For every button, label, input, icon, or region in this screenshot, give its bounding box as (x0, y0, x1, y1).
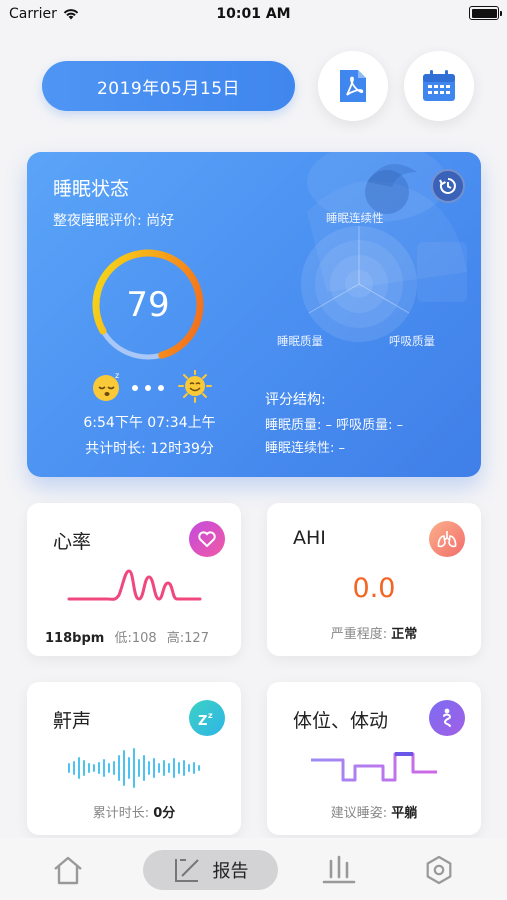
tab-home[interactable] (45, 850, 91, 890)
heart-rate-high: 高:127 (166, 631, 209, 646)
score-structure-line-1: 睡眠质量: – 呼吸质量: – (265, 418, 404, 433)
tab-bar: 报告 (0, 838, 507, 900)
svg-text:z: z (208, 711, 213, 720)
stats-icon (322, 855, 356, 884)
tab-report[interactable]: 报告 (143, 850, 278, 890)
heart-icon (198, 531, 216, 547)
snore-card[interactable]: 鼾声 Z z 累计时长: 0分 (27, 682, 241, 835)
lungs-icon (437, 531, 457, 548)
lungs-icon-badge (429, 521, 465, 557)
screen: Carrier 10:01 AM 2019年05月15日 睡眠状态 整夜睡眠评价… (0, 0, 507, 900)
sleep-duration: 共计时长: 12时39分 (85, 441, 214, 457)
sleep-score: 79 (126, 285, 170, 325)
ahi-severity-label: 严重程度: (330, 627, 388, 642)
ahi-card[interactable]: AHI 0.0 严重程度: 正常 (267, 503, 481, 656)
heart-rate-low: 低:108 (114, 631, 157, 646)
snore-duration-label: 累计时长: (92, 806, 150, 821)
sleep-status-card[interactable]: 睡眠状态 整夜睡眠评价: 尚好 79 z 6:54下午 07:34上午 共计时长… (27, 152, 481, 477)
posture-card[interactable]: 体位、体动 建议睡姿: 平躺 (267, 682, 481, 835)
snore-duration-value: 0分 (153, 806, 176, 821)
home-icon (54, 856, 82, 885)
ahi-value: 0.0 (352, 573, 396, 604)
snore-waveform (68, 748, 200, 788)
sleep-time-range: 6:54下午 07:34上午 (83, 415, 216, 431)
sleeping-face-icon: z (93, 371, 119, 401)
svg-text:Z: Z (198, 714, 207, 727)
radar-label-breathing-quality: 呼吸质量 (389, 334, 435, 348)
heart-rate-stats: 118bpm 低:108 高:127 (45, 627, 209, 646)
posture-suggestion: 建议睡姿: 平躺 (267, 802, 481, 821)
tab-settings[interactable] (416, 850, 462, 890)
calendar-icon (423, 70, 455, 101)
score-structure-title: 评分结构: (265, 392, 326, 408)
ahi-severity-value: 正常 (391, 627, 418, 642)
score-structure-line-2: 睡眠连续性: – (265, 441, 346, 456)
tab-report-label: 报告 (212, 861, 249, 882)
radar-label-sleep-quality: 睡眠质量 (277, 334, 323, 348)
sleep-evaluation: 整夜睡眠评价: 尚好 (53, 213, 175, 229)
battery-icon (469, 6, 502, 20)
posture-suggestion-value: 平躺 (391, 806, 418, 821)
pdf-icon (340, 70, 366, 102)
snore-title: 鼾声 (53, 710, 92, 732)
sleep-wake-indicator: z (93, 370, 212, 403)
report-icon (174, 859, 199, 882)
clock: 10:01 AM (216, 6, 291, 22)
settings-icon (426, 855, 452, 885)
ahi-title: AHI (293, 527, 326, 549)
sun-icon (178, 370, 212, 403)
date-label: 2019年05月15日 (96, 78, 241, 99)
heart-rate-bpm: 118bpm (45, 631, 105, 646)
zzz-icon-badge: Z z (189, 700, 225, 736)
snore-duration: 累计时长: 0分 (27, 802, 241, 821)
person-icon-badge (429, 700, 465, 736)
heart-rate-waveform (67, 569, 202, 601)
heart-icon-badge (189, 521, 225, 557)
posture-title: 体位、体动 (293, 710, 389, 732)
tab-stats[interactable] (316, 850, 362, 890)
heart-rate-card[interactable]: 心率 118bpm 低:108 高:127 (27, 503, 241, 656)
history-icon (439, 178, 456, 194)
posture-timeline (311, 752, 437, 782)
svg-text:z: z (115, 371, 119, 380)
ahi-severity: 严重程度: 正常 (267, 623, 481, 642)
sleep-status-title: 睡眠状态 (53, 178, 130, 200)
person-icon (443, 708, 452, 727)
posture-suggestion-label: 建议睡姿: (330, 806, 388, 821)
pdf-export-button[interactable] (318, 51, 388, 121)
history-button[interactable] (431, 169, 465, 203)
date-selector-button[interactable]: 2019年05月15日 (42, 61, 295, 111)
status-bar: Carrier 10:01 AM (0, 0, 507, 28)
radar-label-continuity: 睡眠连续性 (326, 211, 384, 225)
score-radar-chart (301, 226, 417, 342)
calendar-button[interactable] (404, 51, 474, 121)
heart-rate-title: 心率 (53, 531, 92, 553)
zzz-icon: Z z (198, 711, 213, 727)
